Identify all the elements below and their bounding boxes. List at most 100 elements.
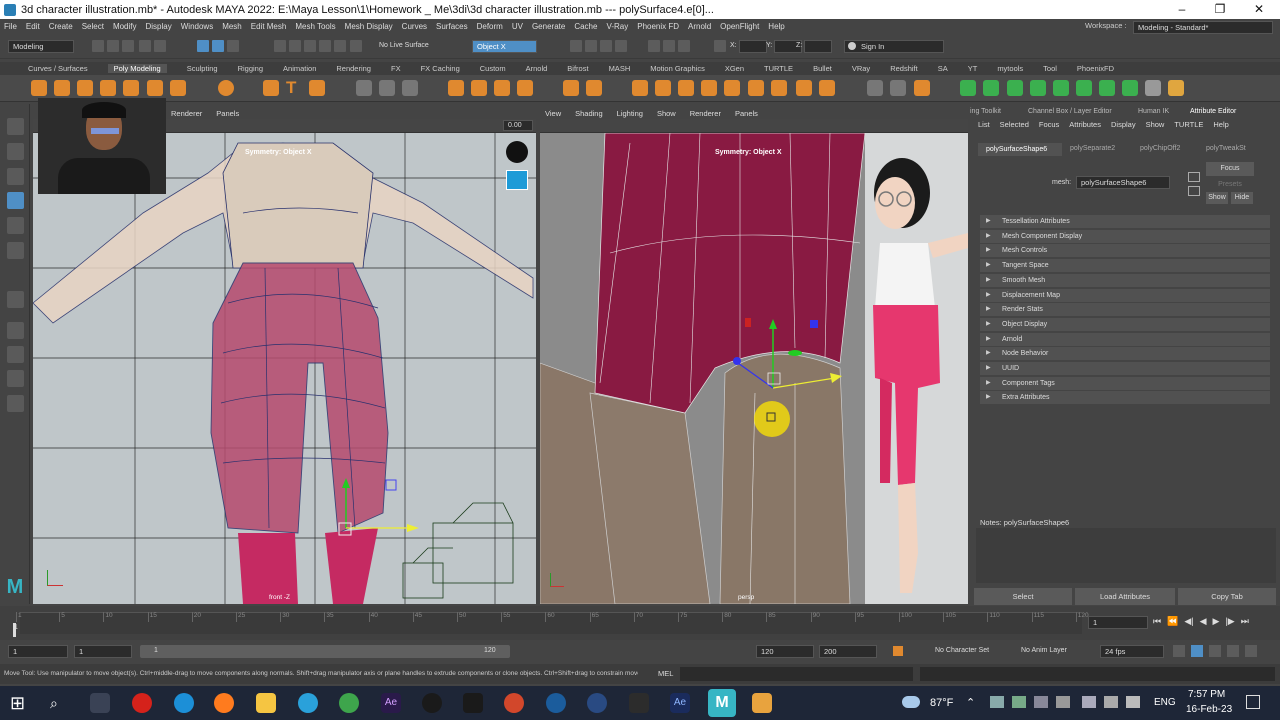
front-menu-renderer[interactable]: Renderer (171, 109, 202, 118)
poly-plane-icon[interactable] (147, 80, 163, 96)
section-tessellation-attributes[interactable]: Tessellation Attributes (980, 215, 1270, 228)
clock-date[interactable]: 16-Feb-23 (1186, 704, 1232, 715)
minimize-button[interactable]: – (1163, 0, 1201, 19)
section-node-behavior[interactable]: Node Behavior (980, 347, 1270, 361)
fill-hole-icon[interactable] (586, 80, 602, 96)
select-by-component-icon[interactable] (227, 40, 239, 52)
menu-edit-mesh[interactable]: Edit Mesh (251, 22, 287, 31)
end-time-field[interactable]: 200 (819, 645, 877, 658)
super-shape-icon[interactable] (263, 80, 279, 96)
search-icon[interactable]: ⌕ (50, 693, 70, 713)
powerpoint-icon[interactable] (504, 693, 524, 713)
grid-tool-icon[interactable] (1145, 80, 1161, 96)
time-slider[interactable]: 1 5 10 15 20 25 30 35 40 45 50 55 60 65 70 75 80 85 90 95 10… (0, 606, 1280, 640)
persp-menu-lighting[interactable]: Lighting (617, 109, 643, 118)
snap-surface-icon[interactable] (334, 40, 346, 52)
menu-openflight[interactable]: OpenFlight (720, 22, 759, 31)
symmetry-dropdown[interactable]: Object X (472, 40, 537, 53)
shelf-tab-motion-graphics[interactable]: Motion Graphics (650, 64, 705, 73)
node-nav-icon[interactable] (1188, 172, 1200, 182)
tab-channel-box[interactable]: Channel Box / Layer Editor (1028, 108, 1112, 115)
hypershade-icon[interactable] (615, 40, 627, 52)
tray-icon-2[interactable] (1012, 696, 1026, 708)
section-extra-attributes[interactable]: Extra Attributes (980, 391, 1270, 405)
multi-cut-icon[interactable] (655, 80, 671, 96)
battery-icon[interactable] (1104, 696, 1118, 708)
render-icon[interactable] (570, 40, 582, 52)
tray-icon-1[interactable] (990, 696, 1004, 708)
menu-deform[interactable]: Deform (477, 22, 503, 31)
platonic-solid-icon[interactable] (218, 80, 234, 96)
boolean-icon[interactable] (448, 80, 464, 96)
undo-icon[interactable] (139, 40, 151, 52)
copy-tab-button[interactable]: Copy Tab (1178, 588, 1276, 605)
front-menu-panels[interactable]: Panels (216, 109, 239, 118)
mesh-tool-3-icon[interactable] (1007, 80, 1023, 96)
menu-v-ray[interactable]: V-Ray (606, 22, 628, 31)
shelf-tab-bifrost[interactable]: Bifrost (567, 64, 588, 73)
play-forward-icon[interactable]: ▶ (1213, 616, 1220, 630)
weather-temp[interactable]: 87°F (930, 697, 953, 709)
select-by-object-icon[interactable] (212, 40, 224, 52)
section-arnold[interactable]: Arnold (980, 332, 1270, 346)
rotate-tool-icon[interactable] (7, 217, 24, 234)
menu-curves[interactable]: Curves (402, 22, 427, 31)
shelf-tab-tool[interactable]: Tool (1043, 64, 1057, 73)
paint-select-icon[interactable] (7, 168, 24, 185)
four-pane-layout-icon[interactable] (7, 346, 24, 363)
mesh-tool-7-icon[interactable] (1099, 80, 1115, 96)
mel-label[interactable]: MEL (658, 669, 673, 678)
section-mesh-component-display[interactable]: Mesh Component Display (980, 229, 1270, 243)
mesh-tool-4-icon[interactable] (1030, 80, 1046, 96)
section-mesh-controls[interactable]: Mesh Controls (980, 244, 1270, 258)
tab-human-ik[interactable]: Human IK (1138, 108, 1169, 115)
go-to-end-icon[interactable]: ⏭ (1241, 616, 1249, 630)
section-component-tags[interactable]: Component Tags (980, 376, 1270, 390)
auto-key-icon[interactable] (893, 646, 903, 656)
shelf-tab-rendering[interactable]: Rendering (336, 64, 371, 73)
shelf-tab-animation[interactable]: Animation (283, 64, 316, 73)
render-settings-icon[interactable] (600, 40, 612, 52)
menu-modify[interactable]: Modify (113, 22, 137, 31)
firefox-icon[interactable] (214, 693, 234, 713)
menu-display[interactable]: Display (146, 22, 172, 31)
menu-surfaces[interactable]: Surfaces (436, 22, 468, 31)
node-nav-icon-2[interactable] (1188, 186, 1200, 196)
shelf-tab-xgen[interactable]: XGen (725, 64, 744, 73)
quad-draw-icon[interactable] (724, 80, 740, 96)
snap-grid-icon[interactable] (274, 40, 286, 52)
clock-time[interactable]: 7:57 PM (1188, 689, 1225, 700)
tab-modeling-toolkit[interactable]: ing Toolkit (970, 108, 1001, 115)
persp-viewport[interactable]: View Shading Lighting Show Renderer Pane… (540, 108, 968, 604)
bevel-icon[interactable] (563, 80, 579, 96)
make-live-icon[interactable] (350, 40, 362, 52)
text-icon[interactable]: T (286, 79, 302, 96)
section-render-stats[interactable]: Render Stats (980, 303, 1270, 317)
poly-cube-icon[interactable] (54, 80, 70, 96)
shelf-tab-mytools[interactable]: mytools (997, 64, 1023, 73)
volume-icon[interactable] (1126, 696, 1140, 708)
last-tool-icon[interactable] (7, 291, 24, 308)
telegram-icon[interactable] (298, 693, 318, 713)
redo-icon[interactable] (154, 40, 166, 52)
section-object-display[interactable]: Object Display (980, 317, 1270, 331)
mesh-tool-1-icon[interactable] (960, 80, 976, 96)
menu-help[interactable]: Help (1213, 120, 1228, 129)
shelf-tab-custom[interactable]: Custom (480, 64, 506, 73)
focus-button[interactable]: Focus (1206, 162, 1254, 176)
menu-windows[interactable]: Windows (181, 22, 213, 31)
sign-in-dropdown[interactable]: Sign In (844, 40, 944, 53)
menu-attributes[interactable]: Attributes (1069, 120, 1101, 129)
persp-menu-panels[interactable]: Panels (735, 109, 758, 118)
mel-input[interactable] (680, 667, 913, 681)
persp-menu-view[interactable]: View (545, 109, 561, 118)
scale-tool-icon[interactable] (7, 242, 24, 259)
tray-icon-4[interactable] (1056, 696, 1070, 708)
cache-icon[interactable] (1209, 645, 1221, 657)
pause-icon[interactable] (678, 40, 690, 52)
combine-icon[interactable] (356, 80, 372, 96)
tray-chevron-icon[interactable]: ⌃ (966, 696, 975, 709)
mirror-icon[interactable] (471, 80, 487, 96)
node-tab-polysurfaceshape6[interactable]: polySurfaceShape6 (978, 143, 1062, 156)
menu-selected[interactable]: Selected (1000, 120, 1029, 129)
